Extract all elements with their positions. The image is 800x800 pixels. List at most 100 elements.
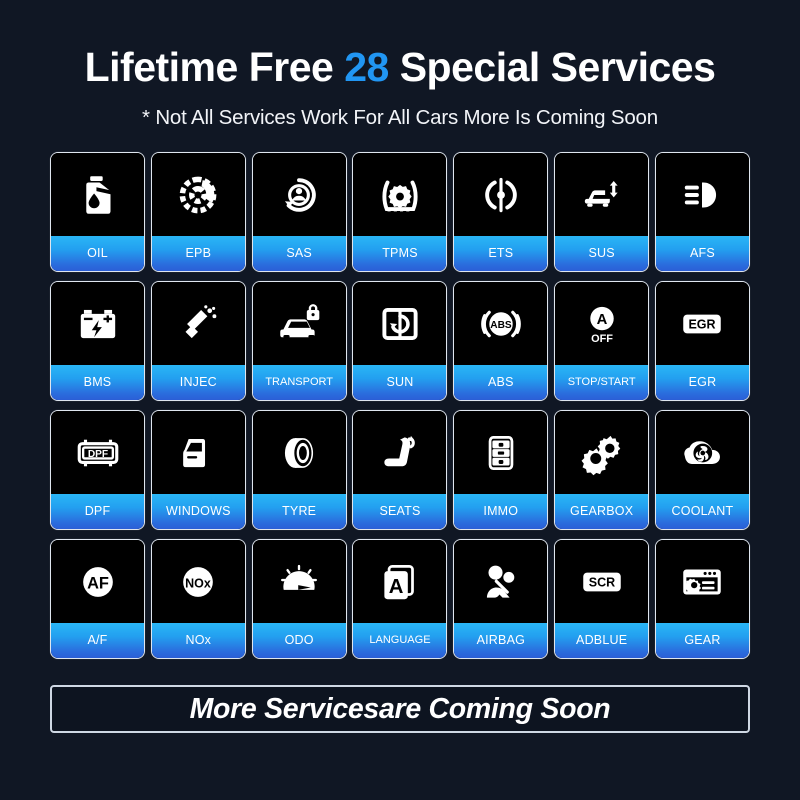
service-grid: OIL EPB SAS TPMS ETS SUS AFS BMS INJEC TRANSPORT S…	[50, 152, 750, 660]
service-card-label: ABS	[454, 365, 548, 401]
service-card[interactable]: SAS	[251, 152, 347, 273]
airbag-icon	[454, 540, 548, 624]
service-card[interactable]: IMMO	[453, 410, 549, 531]
service-card[interactable]: ODO	[251, 539, 347, 660]
service-card-label: ODO	[252, 623, 346, 659]
nox-circle-icon: NOx	[151, 540, 245, 624]
service-card[interactable]: EPB	[150, 152, 246, 273]
battery-icon	[51, 282, 144, 366]
coming-soon-banner: More Servicesare Coming Soon	[50, 685, 750, 734]
gears-icon	[555, 411, 649, 495]
service-card-label: TYRE	[252, 494, 346, 530]
service-card[interactable]: AFS	[654, 152, 750, 273]
coming-soon-text: More Servicesare Coming Soon	[189, 692, 611, 725]
oil-can-icon	[51, 153, 144, 237]
auto-stop-off-icon: A OFF	[555, 282, 649, 366]
immobilizer-key-icon	[454, 411, 548, 495]
service-card[interactable]: SUN	[352, 281, 448, 402]
service-card[interactable]: GEARBOX	[554, 410, 650, 531]
service-card-label: OIL	[51, 236, 144, 272]
svg-text:SCR: SCR	[588, 575, 614, 589]
service-card[interactable]: A OFF STOP/START	[554, 281, 650, 402]
service-card[interactable]: WINDOWS	[150, 410, 246, 531]
gear-window-icon	[655, 540, 749, 624]
headlight-icon	[655, 153, 749, 237]
throttle-body-icon	[454, 153, 548, 237]
language-card-icon: A	[353, 540, 447, 624]
service-card-label: SUS	[555, 236, 649, 272]
tire-pressure-gear-icon	[353, 153, 447, 237]
page-header: Lifetime Free 28 Special Services * Not …	[0, 0, 800, 130]
title-text-before: Lifetime Free	[84, 44, 345, 90]
sunroof-icon	[353, 282, 447, 366]
service-card[interactable]: BMS	[50, 281, 145, 402]
injector-icon	[151, 282, 245, 366]
service-card-label: SEATS	[353, 494, 447, 530]
suspension-car-icon	[555, 153, 649, 237]
dpf-filter-icon: DPF	[51, 411, 144, 495]
service-card-label: A/F	[51, 623, 144, 659]
odometer-icon	[252, 540, 346, 624]
title-count-accent: 28	[344, 44, 389, 90]
page-subtitle: * Not All Services Work For All Cars Mor…	[142, 106, 658, 130]
service-card[interactable]: AF A/F	[50, 539, 145, 660]
tyre-icon	[252, 411, 346, 495]
service-card[interactable]: ABS ABS	[453, 281, 549, 402]
car-seat-icon	[353, 411, 447, 495]
service-card-label: LANGUAGE	[353, 623, 447, 659]
service-card[interactable]: A LANGUAGE	[352, 539, 448, 660]
page-title: Lifetime Free 28 Special Services	[52, 44, 748, 90]
service-card-label: COOLANT	[655, 494, 749, 530]
service-card[interactable]: ETS	[453, 152, 549, 273]
service-list-page: Lifetime Free 28 Special Services * Not …	[0, 0, 800, 800]
service-card[interactable]: DPF DPF	[50, 410, 145, 531]
svg-text:ABS: ABS	[490, 319, 512, 330]
service-card[interactable]: TPMS	[352, 152, 448, 273]
service-card[interactable]: TYRE	[251, 410, 347, 531]
service-card[interactable]: SUS	[554, 152, 650, 273]
svg-text:EGR: EGR	[689, 317, 716, 331]
service-card-label: WINDOWS	[151, 494, 245, 530]
service-card-label: SUN	[353, 365, 447, 401]
service-card-label: GEARBOX	[555, 494, 649, 530]
service-card[interactable]: INJEC	[150, 281, 246, 402]
af-circle-icon: AF	[51, 540, 144, 624]
service-card[interactable]: NOx NOx	[150, 539, 246, 660]
service-card-label: ADBLUE	[555, 623, 649, 659]
service-card-label: EGR	[655, 365, 749, 401]
service-card[interactable]: EGR EGR	[654, 281, 750, 402]
service-card[interactable]: SCR ADBLUE	[554, 539, 650, 660]
service-card-label: AFS	[655, 236, 749, 272]
title-text-after: Special Services	[388, 44, 716, 90]
svg-text:OFF: OFF	[591, 333, 613, 345]
svg-text:AF: AF	[87, 574, 109, 592]
service-card-label: INJEC	[151, 365, 245, 401]
service-card[interactable]: AIRBAG	[453, 539, 549, 660]
service-card[interactable]: OIL	[50, 152, 145, 273]
svg-text:A: A	[389, 575, 404, 597]
svg-text:NOx: NOx	[185, 576, 211, 590]
brake-disc-icon	[151, 153, 245, 237]
service-card-label: BMS	[51, 365, 144, 401]
steering-angle-icon	[252, 153, 346, 237]
service-card[interactable]: TRANSPORT	[251, 281, 347, 402]
coolant-fan-icon	[655, 411, 749, 495]
service-card-label: IMMO	[454, 494, 548, 530]
service-card-label: EPB	[151, 236, 245, 272]
svg-text:DPF: DPF	[87, 448, 107, 459]
service-card-label: NOx	[151, 623, 245, 659]
service-card[interactable]: COOLANT	[654, 410, 750, 531]
scr-badge-icon: SCR	[555, 540, 649, 624]
service-card[interactable]: SEATS	[352, 410, 448, 531]
abs-icon: ABS	[454, 282, 548, 366]
service-card-label: AIRBAG	[454, 623, 548, 659]
service-card-label: SAS	[252, 236, 346, 272]
car-door-window-icon	[151, 411, 245, 495]
service-card-label: ETS	[454, 236, 548, 272]
service-card-label: STOP/START	[555, 365, 649, 401]
car-lock-icon	[252, 282, 346, 366]
service-card-label: TPMS	[353, 236, 447, 272]
service-card-label: TRANSPORT	[252, 365, 346, 401]
svg-text:A: A	[596, 312, 607, 328]
service-card[interactable]: GEAR	[654, 539, 750, 660]
